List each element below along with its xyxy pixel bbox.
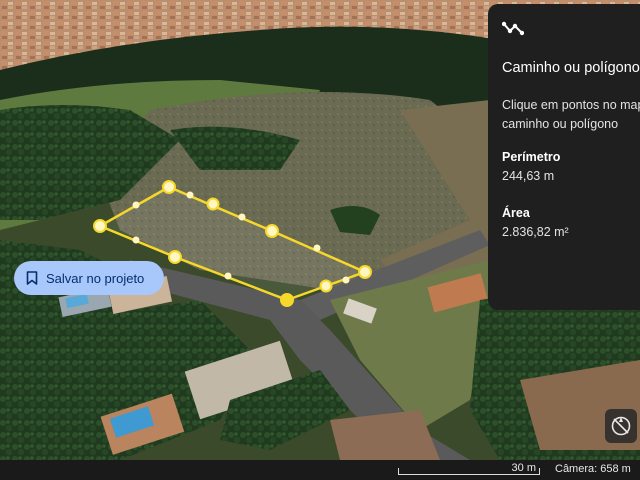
instruction-text: Clique em pontos no mapa caminho ou polí… <box>502 96 640 134</box>
polygon-vertex[interactable] <box>206 197 220 211</box>
status-bar <box>0 460 640 480</box>
save-button-label: Salvar no projeto <box>46 270 145 286</box>
polygon-vertex[interactable] <box>280 293 294 307</box>
polygon-midpoint[interactable] <box>132 236 140 244</box>
instruction-line: caminho ou polígono <box>502 117 619 131</box>
area-value: 2.836,82 m² <box>502 225 569 239</box>
polygon-vertex[interactable] <box>358 265 372 279</box>
path-polyline-icon <box>502 21 524 36</box>
measurement-panel: Caminho ou polígono Clique em pontos no … <box>488 4 640 310</box>
compass-button[interactable] <box>605 409 637 443</box>
perimeter-value: 244,63 m <box>502 169 555 183</box>
camera-altitude: Câmera: 658 m <box>555 463 631 475</box>
compass-north-icon <box>611 416 631 436</box>
bookmark-icon <box>26 271 38 285</box>
polygon-midpoint[interactable] <box>224 272 232 280</box>
area-label: Área <box>502 206 530 220</box>
polygon-vertex[interactable] <box>319 279 333 293</box>
scale-label: 30 m <box>511 462 536 474</box>
polygon-vertex[interactable] <box>168 250 182 264</box>
instruction-line: Clique em pontos no mapa <box>502 98 640 112</box>
scale-bar: 30 m <box>398 462 540 478</box>
polygon-vertex[interactable] <box>162 180 176 194</box>
perimeter-label: Perímetro <box>502 150 561 164</box>
save-to-project-button[interactable]: Salvar no projeto <box>14 261 164 295</box>
polygon-midpoint[interactable] <box>313 244 321 252</box>
polygon-midpoint[interactable] <box>186 191 194 199</box>
panel-title: Caminho ou polígono <box>502 60 640 76</box>
polygon-midpoint[interactable] <box>238 213 246 221</box>
polygon-vertex[interactable] <box>93 219 107 233</box>
polygon-midpoint[interactable] <box>342 276 350 284</box>
polygon-midpoint[interactable] <box>132 201 140 209</box>
polygon-vertex[interactable] <box>265 224 279 238</box>
